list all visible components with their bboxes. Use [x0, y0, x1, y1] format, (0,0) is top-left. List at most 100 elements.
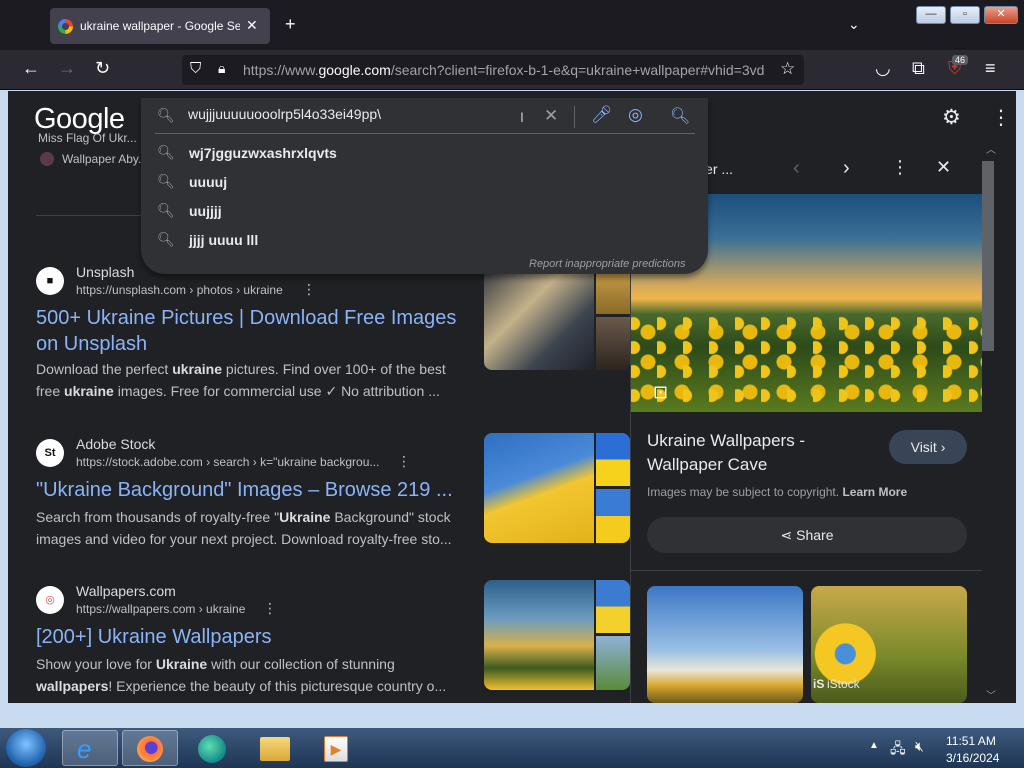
- adobe-stock-logo-icon: St: [36, 439, 64, 467]
- unsplash-logo-icon: ■: [36, 267, 64, 295]
- more-options-icon[interactable]: ⋮: [263, 600, 277, 617]
- flag-thumb-1[interactable]: [596, 433, 630, 486]
- share-icon: ⋖: [780, 527, 793, 543]
- play-media-icon: ▶: [324, 736, 348, 762]
- tab-title: ukraine wallpaper - Google Search: [80, 19, 240, 33]
- result-snippet: Show your love for Ukraine with our coll…: [36, 656, 447, 694]
- more-options-icon[interactable]: ⋮: [302, 281, 316, 298]
- sunflower-field-thumb[interactable]: [484, 580, 594, 690]
- previous-image-chevron-icon[interactable]: ‹: [793, 157, 800, 180]
- partial-result-title: Miss Flag Of Ukr...: [38, 131, 137, 145]
- visit-button[interactable]: Visit ›: [889, 430, 967, 464]
- back-arrow-icon[interactable]: ←: [22, 58, 40, 79]
- share-button[interactable]: ⋖ Share: [647, 517, 967, 553]
- search-icon: 🔍︎: [157, 202, 175, 218]
- new-tab-icon[interactable]: +: [285, 14, 296, 35]
- vertical-scrollbar-thumb[interactable]: [982, 161, 994, 351]
- search-box: 🔍︎ I ✕ 🎤︎ ◎ 🔍︎: [141, 98, 708, 134]
- more-options-icon[interactable]: ⋮: [397, 453, 411, 470]
- list-tabs-chevron-icon[interactable]: ⌄: [848, 16, 860, 33]
- flag-thumb-2[interactable]: [596, 489, 630, 543]
- suggestion-item[interactable]: 🔍︎ uuuuj: [141, 168, 708, 196]
- edge-logo-icon: [198, 735, 226, 763]
- tab-close-icon[interactable]: ✕: [246, 17, 258, 34]
- partial-result-favicon-icon: [40, 152, 54, 166]
- clock-date[interactable]: 3/16/2024: [946, 751, 999, 765]
- maximize-button[interactable]: ▫: [950, 6, 980, 24]
- suggestion-item[interactable]: 🔍︎ wj7jgguzwxashrxlqvts: [141, 139, 708, 167]
- address-bar[interactable]: ⛉ 🔒︎ https://www.google.com/search?clien…: [182, 55, 804, 85]
- firefox-taskbar-icon[interactable]: [122, 730, 178, 766]
- folder-icon: [260, 737, 290, 761]
- more-vert-icon[interactable]: ⋮: [891, 157, 909, 178]
- firefox-logo-icon: [137, 736, 163, 762]
- unsplash-thumbnails[interactable]: [484, 262, 630, 370]
- ukraine-background-thumb[interactable]: [484, 433, 594, 543]
- result-title-link[interactable]: [200+] Ukraine Wallpapers: [36, 624, 466, 650]
- edge-taskbar-icon[interactable]: [184, 730, 240, 766]
- panel-divider: [631, 570, 983, 571]
- close-window-button[interactable]: ✕: [984, 6, 1018, 24]
- internet-explorer-taskbar-icon[interactable]: e: [62, 730, 118, 766]
- lens-search-icon[interactable]: ⊡: [653, 382, 668, 403]
- volume-muted-icon[interactable]: 🔇︎: [915, 738, 924, 755]
- result-site-name[interactable]: Unsplash: [76, 264, 134, 280]
- result-title-link[interactable]: 500+ Ukraine Pictures | Download Free Im…: [36, 305, 466, 357]
- clear-search-icon[interactable]: ✕: [544, 106, 558, 126]
- scroll-down-arrow-icon[interactable]: ﹀: [986, 687, 996, 702]
- related-image-thumb[interactable]: [647, 586, 803, 703]
- search-submit-icon[interactable]: 🔍︎: [670, 106, 690, 126]
- tree-photo-thumb[interactable]: [596, 317, 630, 370]
- wallpapers-thumbnails[interactable]: [484, 580, 630, 690]
- search-icon: 🔍︎: [157, 231, 175, 247]
- apps-grid-icon[interactable]: ⋮: [991, 105, 1011, 130]
- result-site-name[interactable]: Adobe Stock: [76, 436, 155, 452]
- forward-arrow-icon[interactable]: →: [58, 58, 76, 79]
- network-icon[interactable]: 🖧︎: [890, 738, 906, 762]
- start-button[interactable]: [6, 729, 46, 767]
- field-thumb[interactable]: [596, 636, 630, 690]
- hamburger-menu-icon[interactable]: ≡: [985, 58, 996, 79]
- search-icon: 🔍︎: [157, 144, 175, 160]
- wallpapers-com-logo-icon: ◎: [36, 586, 64, 614]
- result-title-link[interactable]: "Ukraine Background" Images – Browse 219…: [36, 477, 466, 503]
- voice-search-mic-icon[interactable]: 🎤︎: [591, 105, 613, 125]
- search-input[interactable]: [188, 106, 508, 122]
- minimize-button[interactable]: —: [916, 6, 946, 24]
- tracking-shield-icon[interactable]: ⛉: [190, 60, 201, 77]
- extensions-puzzle-icon[interactable]: ⧉: [912, 58, 925, 79]
- search-box-underline: [155, 133, 695, 134]
- lock-icon[interactable]: 🔒︎: [218, 60, 225, 77]
- result-url[interactable]: https://stock.adobe.com › search › k="uk…: [76, 455, 379, 469]
- close-panel-icon[interactable]: ✕: [936, 157, 951, 178]
- preview-title[interactable]: Ukraine Wallpapers - Wallpaper Cave: [647, 429, 857, 477]
- result-url[interactable]: https://wallpapers.com › ukraine: [76, 602, 245, 616]
- result-snippet: Download the perfect ukraine pictures. F…: [36, 361, 446, 399]
- flag-photo-thumb[interactable]: [484, 262, 594, 370]
- search-box-divider: [574, 106, 575, 128]
- copyright-notice: Images may be subject to copyright. Lear…: [647, 485, 908, 499]
- next-image-chevron-icon[interactable]: ›: [843, 157, 850, 180]
- show-hidden-icons-arrow-icon[interactable]: ▲: [869, 740, 879, 751]
- file-explorer-taskbar-icon[interactable]: [246, 730, 302, 766]
- browser-tab[interactable]: ukraine wallpaper - Google Search ✕: [50, 8, 270, 44]
- media-player-taskbar-icon[interactable]: ▶: [308, 730, 364, 766]
- google-favicon-icon: [58, 19, 73, 34]
- learn-more-link[interactable]: Learn More: [842, 485, 907, 499]
- flag-thumb-3[interactable]: [596, 580, 630, 633]
- suggestion-item[interactable]: 🔍︎ jjjj uuuu lll: [141, 226, 708, 254]
- lens-camera-icon[interactable]: ◎: [628, 105, 643, 125]
- adobe-thumbnails[interactable]: [484, 433, 630, 543]
- url-text[interactable]: https://www.google.com/search?client=fir…: [243, 62, 773, 78]
- result-site-name[interactable]: Wallpapers.com: [76, 583, 176, 599]
- istock-logo-icon: iS: [813, 677, 825, 691]
- clock-time[interactable]: 11:51 AM: [946, 734, 996, 748]
- settings-gear-icon[interactable]: ⚙: [942, 105, 961, 130]
- result-url[interactable]: https://unsplash.com › photos › ukraine: [76, 283, 283, 297]
- scroll-up-arrow-icon[interactable]: ︿: [986, 141, 996, 156]
- reload-icon[interactable]: ↻: [95, 58, 110, 79]
- bookmark-star-icon[interactable]: ☆: [780, 59, 795, 79]
- pocket-icon[interactable]: ◡: [875, 58, 891, 79]
- report-predictions-link[interactable]: Report inappropriate predictions: [529, 258, 686, 270]
- suggestion-item[interactable]: 🔍︎ uujjjj: [141, 197, 708, 225]
